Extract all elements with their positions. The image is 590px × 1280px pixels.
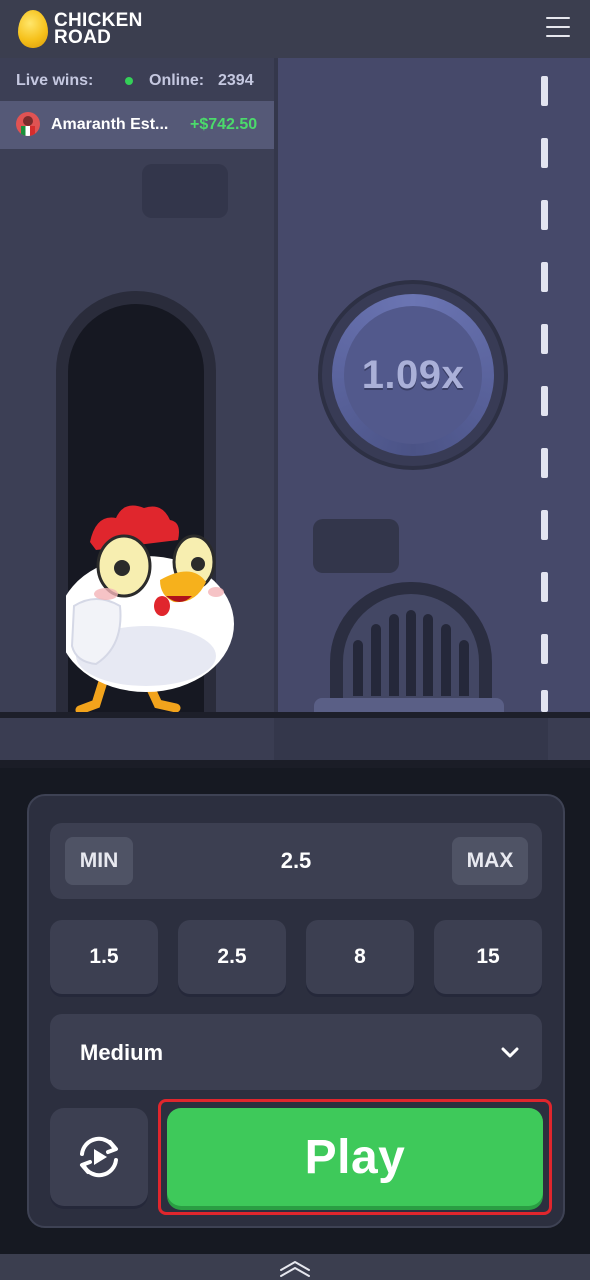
difficulty-value: Medium bbox=[80, 1040, 164, 1065]
bet-amount-input[interactable]: 2.5 bbox=[200, 823, 392, 899]
lane-marking bbox=[541, 324, 548, 354]
auto-play-button[interactable] bbox=[50, 1108, 148, 1206]
lane-marking bbox=[541, 510, 548, 540]
logo-line-2: ROAD bbox=[54, 27, 112, 48]
online-count: 2394 bbox=[218, 72, 254, 89]
winner-name: Amaranth Est... bbox=[51, 116, 169, 133]
lane-marking bbox=[541, 262, 548, 292]
hamburger-menu-icon[interactable] bbox=[546, 17, 570, 39]
multiplier-coin[interactable]: 1.09x bbox=[318, 280, 508, 470]
win-amount: +$742.50 bbox=[190, 116, 258, 133]
play-button[interactable]: Play bbox=[167, 1108, 543, 1206]
wall-brick bbox=[313, 519, 399, 573]
multiplier-value: 1.09x bbox=[361, 352, 465, 397]
quick-bet-button-2[interactable]: 2.5 bbox=[178, 920, 286, 994]
app-header: CHICKEN ROAD bbox=[0, 0, 590, 58]
min-bet-button[interactable]: MIN bbox=[65, 837, 133, 885]
ground-shadow bbox=[0, 760, 590, 768]
auto-play-icon bbox=[80, 1136, 118, 1178]
chevron-up-icon[interactable] bbox=[278, 1258, 312, 1278]
live-wins-label: Live wins: bbox=[16, 72, 94, 89]
golden-egg-icon bbox=[18, 10, 48, 48]
chevron-down-icon bbox=[501, 1047, 519, 1058]
live-win-entry: Amaranth Est... +$742.50 bbox=[0, 101, 274, 149]
lane-marking bbox=[541, 572, 548, 602]
bet-control-panel: MIN 2.5 MAX 1.5 2.5 8 15 Medium Play bbox=[27, 794, 565, 1228]
quick-bet-button-3[interactable]: 8 bbox=[306, 920, 414, 994]
sidewalk-segment bbox=[274, 718, 548, 762]
online-label: Online: bbox=[149, 72, 205, 89]
online-status-icon bbox=[125, 77, 133, 85]
player-avatar bbox=[16, 112, 40, 136]
sewer-grate-base bbox=[314, 698, 504, 712]
wall-brick bbox=[142, 164, 228, 218]
logo-text: CHICKEN ROAD bbox=[54, 11, 143, 48]
lane-marking bbox=[541, 690, 548, 712]
difficulty-select[interactable]: Medium bbox=[50, 1014, 542, 1090]
quick-bet-button-4[interactable]: 15 bbox=[434, 920, 542, 994]
chicken-road-logo: CHICKEN ROAD bbox=[18, 10, 143, 48]
lane-marking bbox=[541, 138, 548, 168]
lane-marking bbox=[541, 200, 548, 230]
bet-amount-row: MIN 2.5 MAX bbox=[50, 823, 542, 899]
country-flag-icon bbox=[21, 126, 35, 136]
lane-marking bbox=[541, 634, 548, 664]
quick-bet-button-1[interactable]: 1.5 bbox=[50, 920, 158, 994]
max-bet-button[interactable]: MAX bbox=[452, 837, 528, 885]
lane-marking bbox=[541, 448, 548, 478]
chicken-character-icon bbox=[66, 505, 234, 712]
lane-marking bbox=[541, 386, 548, 416]
lane-marking bbox=[541, 76, 548, 106]
